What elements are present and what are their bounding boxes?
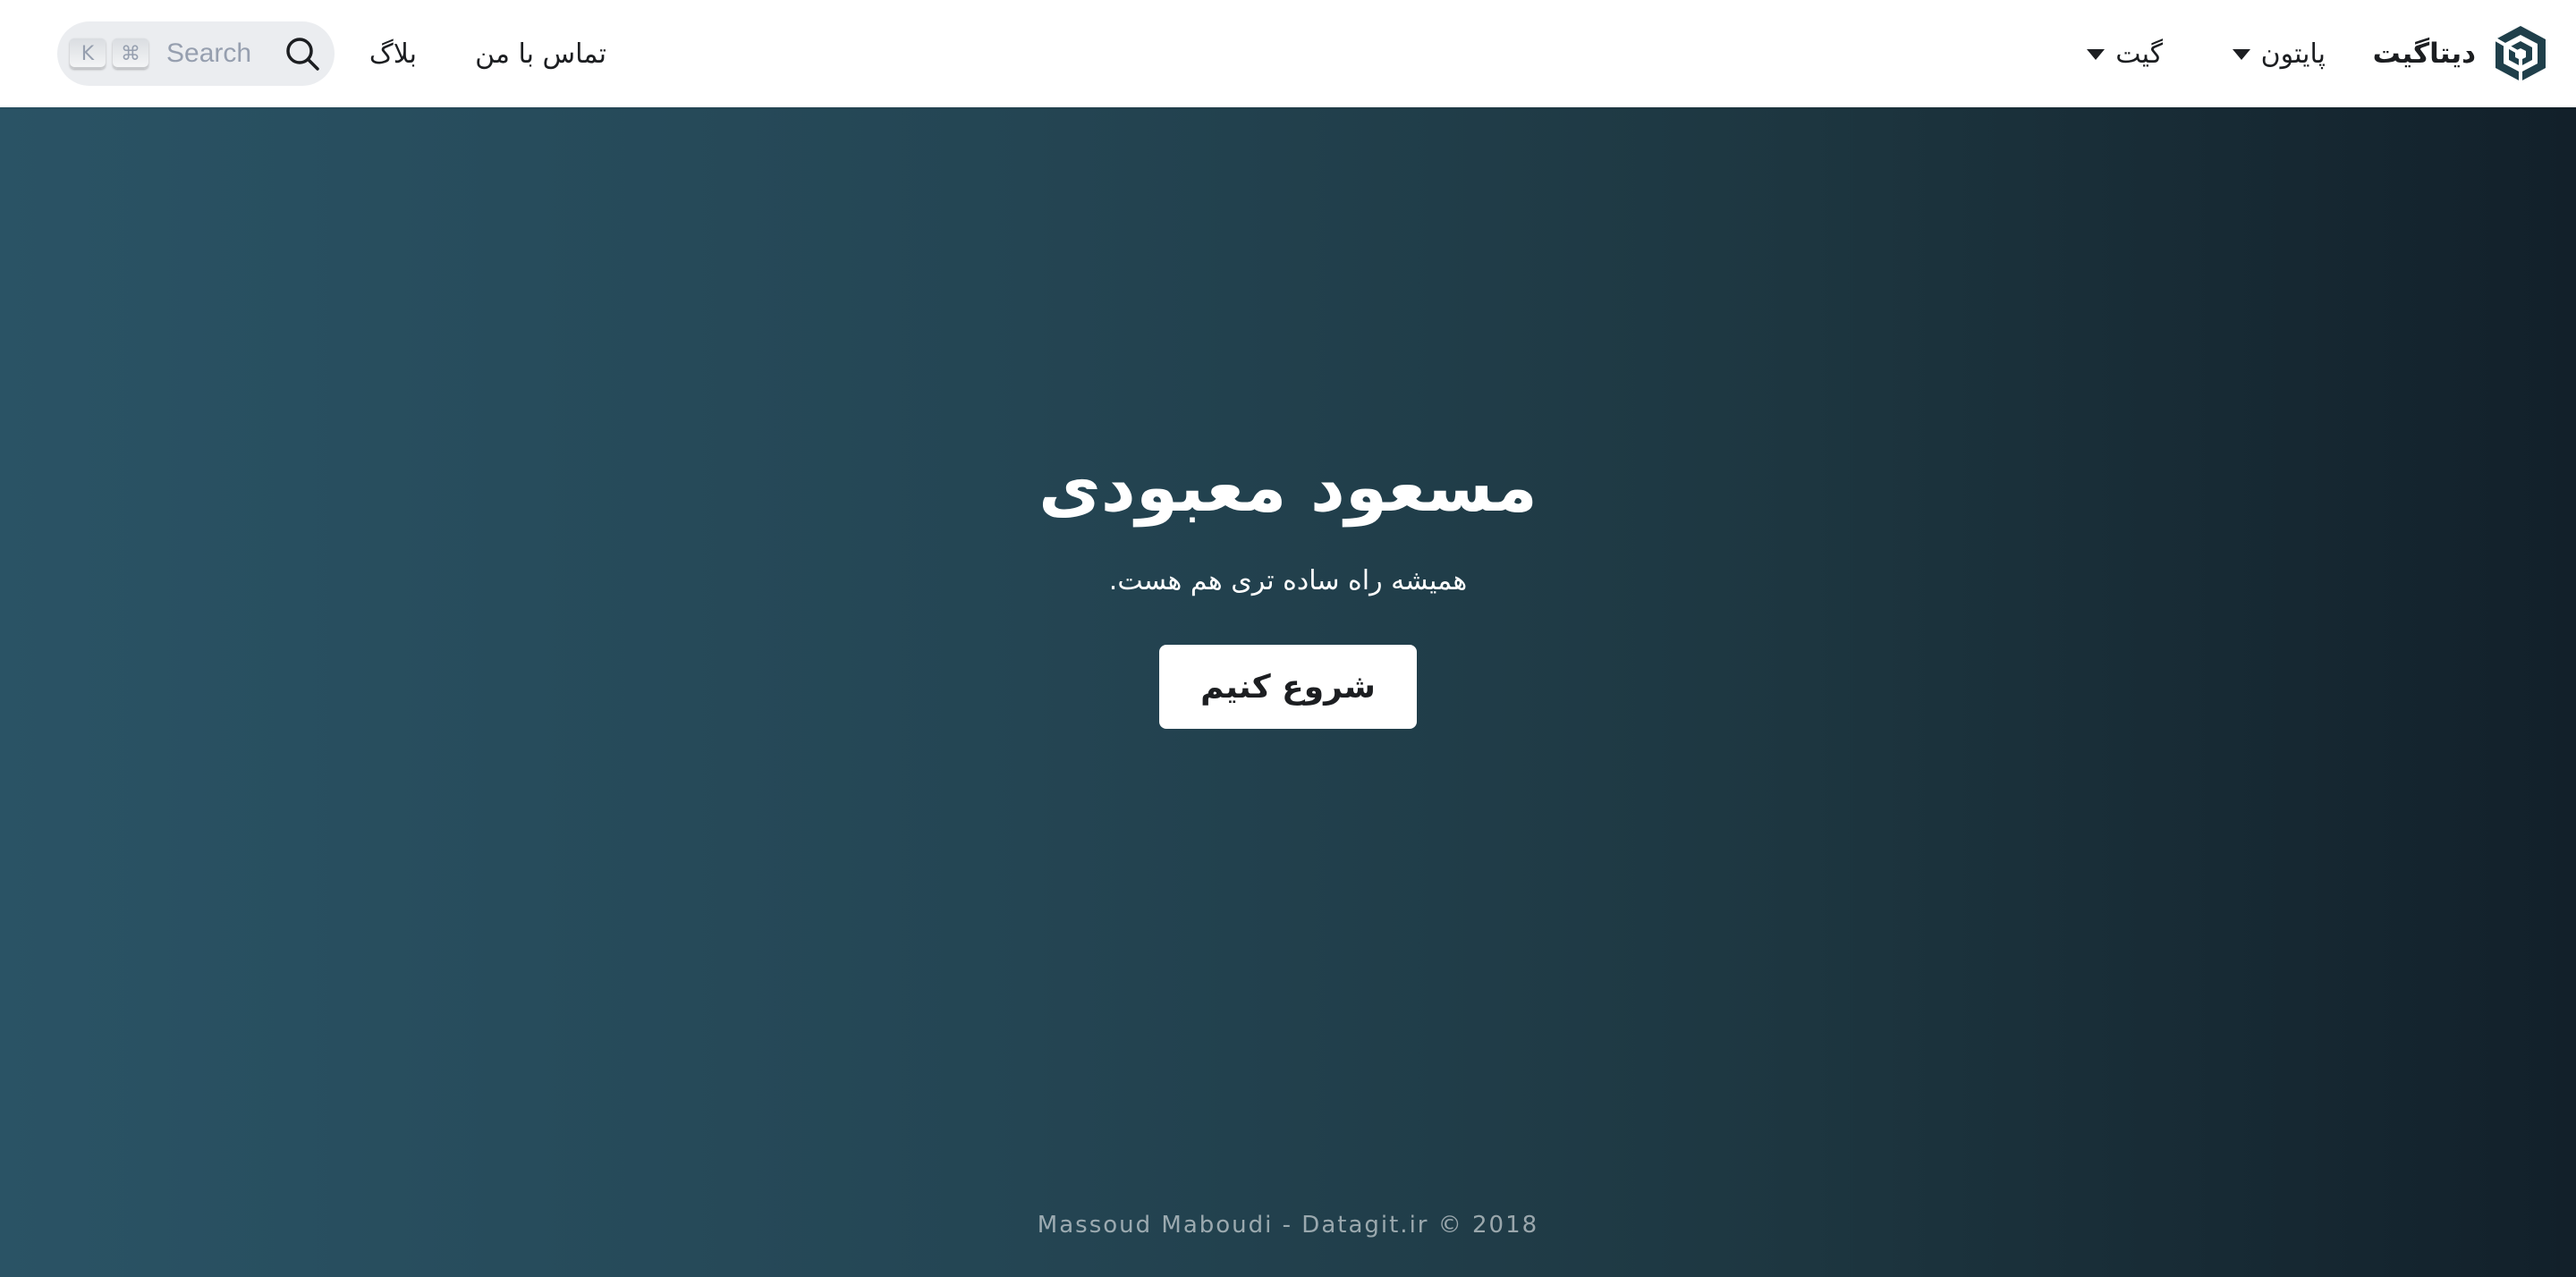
hero-subtitle: همیشه راه ساده تری هم هست. — [1108, 565, 1468, 596]
get-started-button[interactable]: شروع کنیم — [1159, 645, 1417, 729]
shortcut-key-k: K — [70, 38, 106, 69]
footer-copyright: Massoud Maboudi - Datagit.ir © 2018 — [1037, 1212, 1539, 1239]
nav-item-contact-label: تماس با من — [475, 38, 606, 70]
nav-item-python-label: پایتون — [2260, 38, 2326, 70]
search-icon — [286, 38, 319, 71]
hero-title: مسعود معبودی — [1038, 447, 1538, 527]
chevron-down-icon — [2232, 49, 2250, 60]
hero-banner: مسعود معبودی همیشه راه ساده تری هم هست. … — [0, 107, 2576, 1277]
brand-link[interactable]: دیتاگیت — [2373, 23, 2549, 84]
chevron-down-icon — [2087, 49, 2106, 60]
nav-item-git[interactable]: گیت — [2087, 32, 2163, 75]
datagit-logo-icon — [2495, 26, 2546, 81]
nav-item-python[interactable]: پایتون — [2232, 32, 2326, 75]
nav-item-contact[interactable]: تماس با من — [475, 32, 606, 75]
search-placeholder: Search — [166, 38, 252, 68]
nav-item-blog-label: بلاگ — [369, 38, 417, 70]
search-button[interactable]: K ⌘ Search — [57, 21, 335, 86]
navbar: دیتاگیت پایتون گیت تماس با من بلاگ K ⌘ S… — [0, 0, 2576, 107]
nav-item-git-label: گیت — [2115, 38, 2163, 70]
nav-item-blog[interactable]: بلاگ — [369, 32, 417, 75]
shortcut-key-cmd: ⌘ — [113, 38, 148, 69]
brand-title: دیتاگیت — [2372, 38, 2476, 70]
page: دیتاگیت پایتون گیت تماس با من بلاگ K ⌘ S… — [0, 0, 2576, 1277]
